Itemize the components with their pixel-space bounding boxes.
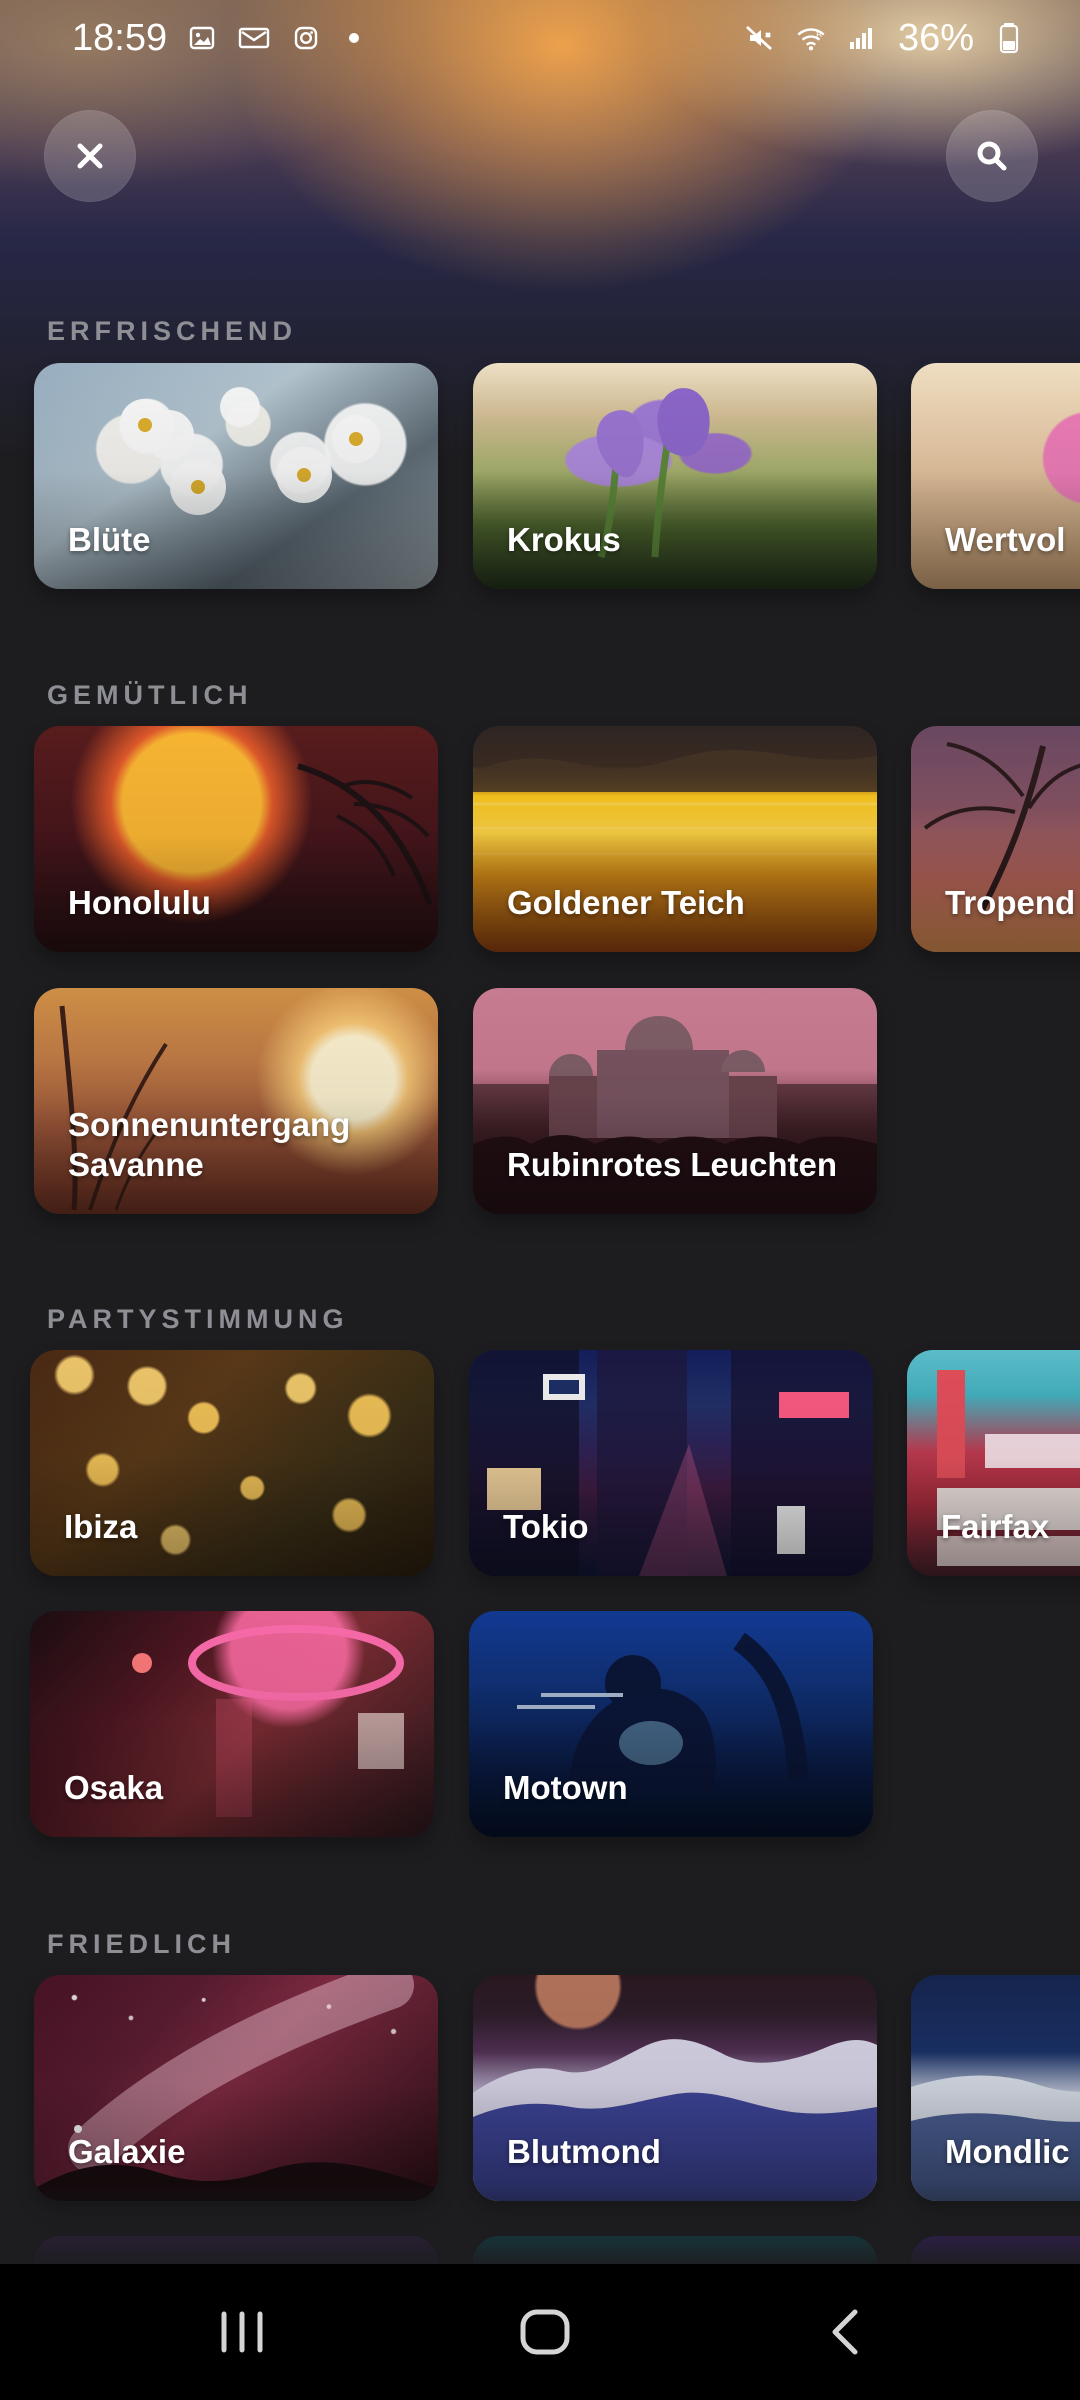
signal-icon [846,21,880,55]
scene-card-label: Honolulu [68,884,211,922]
search-icon [977,141,1007,171]
scene-card-label: Tokio [503,1508,589,1546]
close-button[interactable] [44,110,136,202]
top-actions [0,110,1080,202]
scene-card-label: Wertvol [945,521,1066,559]
scene-card-mondlic[interactable]: Mondlic [911,1975,1080,2201]
scene-card-motown[interactable]: Motown [469,1611,873,1837]
close-icon [77,143,103,169]
scene-card-goldener-teich[interactable]: Goldener Teich [473,726,877,952]
recent-apps-icon [221,2311,263,2353]
scene-card-label: Blüte [68,521,151,559]
system-navigation-bar [0,2264,1080,2400]
battery-percentage: 36% [897,16,974,59]
bottom-fade [0,2182,1080,2264]
scene-card-tokio[interactable]: Tokio [469,1350,873,1576]
scene-card-rubinrotes-leuchten[interactable]: Rubinrotes Leuchten [473,988,877,1214]
section-title-gemuetlich: GEMÜTLICH [47,680,253,710]
scene-card-tropend[interactable]: Tropend [911,726,1080,952]
scene-card-ibiza[interactable]: Ibiza [30,1350,434,1576]
scene-card-honolulu[interactable]: Honolulu [34,726,438,952]
scene-card-label: Mondlic [945,2133,1070,2171]
scene-card-wertvoll[interactable]: Wertvol [911,363,1080,589]
home-button[interactable] [503,2298,587,2366]
scene-card-label: Sonnenuntergang Savanne [68,1105,351,1184]
scene-card-galaxie[interactable]: Galaxie [34,1975,438,2201]
scene-card-label: Blutmond [507,2133,661,2171]
scene-card-osaka[interactable]: Osaka [30,1611,434,1837]
section-title-friedlich: FRIEDLICH [47,1929,236,1959]
scene-card-sonnenuntergang-savanne[interactable]: Sonnenuntergang Savanne [34,988,438,1214]
section-title-erfrischend: ERFRISCHEND [47,316,298,346]
home-icon [520,2309,570,2355]
search-button[interactable] [946,110,1038,202]
scene-card-label: Tropend [945,884,1076,922]
battery-icon [992,21,1026,55]
recent-apps-button[interactable] [200,2298,284,2366]
status-left: 18:59 [72,16,360,60]
image-icon [185,21,219,55]
scene-card-label: Rubinrotes Leuchten [507,1146,838,1184]
scene-card-label: Motown [503,1769,628,1807]
scene-card-label: Krokus [507,521,621,559]
section-title-partystimmung: PARTYSTIMMUNG [47,1304,349,1334]
dot-icon [349,33,360,43]
scene-card-blutmond[interactable]: Blutmond [473,1975,877,2201]
scene-gallery-screen: 18:59 R 36% ERFRISCHEND Blüte Krokus Wer… [0,0,1080,2400]
status-time: 18:59 [72,16,168,59]
back-icon [832,2309,858,2355]
wifi-icon: R [794,21,828,55]
scene-card-label: Ibiza [64,1508,138,1546]
scene-card-fairfax[interactable]: Fairfax [907,1350,1080,1576]
scene-card-krokus[interactable]: Krokus [473,363,877,589]
svg-text:R: R [816,29,822,39]
scene-card-label: Galaxie [68,2133,186,2171]
mute-icon [742,21,776,55]
mail-icon [237,21,271,55]
back-button[interactable] [805,2298,889,2366]
instagram-icon [289,21,323,55]
status-right: R 36% [742,17,1026,60]
status-bar: 18:59 R 36% [0,0,1080,76]
scene-card-bluete[interactable]: Blüte [34,363,438,589]
scene-card-label: Osaka [64,1769,164,1807]
scene-card-label: Fairfax [941,1508,1050,1546]
scene-card-label: Goldener Teich [507,884,745,922]
